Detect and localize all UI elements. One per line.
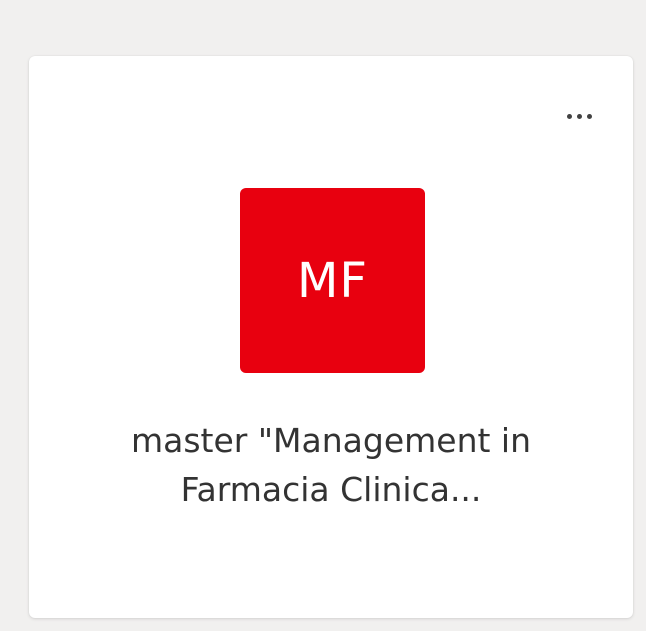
team-name-line-1: master "Management in: [131, 421, 531, 460]
team-name-line-2: Farmacia Clinica...: [180, 470, 482, 509]
team-name: master "Management in Farmacia Clinica..…: [69, 416, 593, 514]
team-avatar: MF: [240, 188, 425, 373]
more-options-button[interactable]: [555, 100, 603, 132]
more-horizontal-icon: [566, 113, 592, 119]
avatar-initials: MF: [296, 252, 369, 309]
team-card[interactable]: MF master "Management in Farmacia Clinic…: [29, 56, 633, 618]
